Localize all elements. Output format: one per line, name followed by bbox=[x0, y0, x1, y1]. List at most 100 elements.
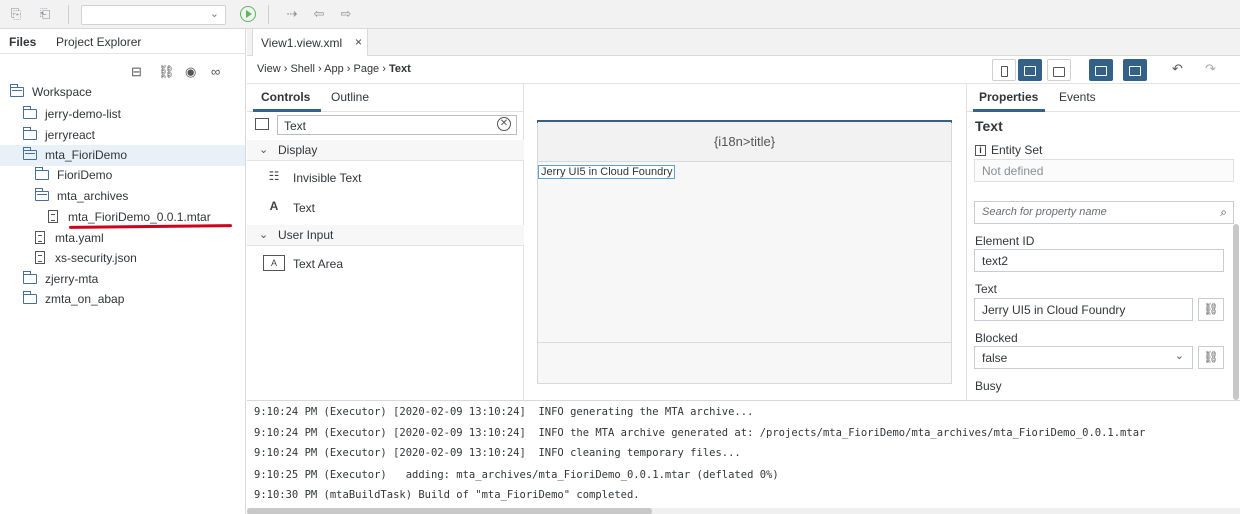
element-id-value: text2 bbox=[982, 254, 1009, 268]
tree-item-label: jerry-demo-list bbox=[45, 107, 122, 121]
element-id-label: Element ID bbox=[975, 234, 1035, 248]
tablet-icon bbox=[1024, 65, 1036, 76]
controls-search-input[interactable]: Text ✕ bbox=[277, 115, 517, 135]
tab-project-explorer[interactable]: Project Explorer bbox=[56, 35, 141, 49]
active-tab-indicator bbox=[253, 109, 321, 112]
scrollbar-thumb[interactable] bbox=[247, 508, 652, 514]
text-property-value: Jerry UI5 in Cloud Foundry bbox=[982, 303, 1126, 317]
device-preview[interactable]: {i18n>title} Jerry UI5 in Cloud Foundry bbox=[537, 120, 952, 384]
file-icon bbox=[48, 210, 58, 224]
tree-item-mta-archives[interactable]: mta_archives bbox=[35, 186, 128, 206]
collapse-all-icon[interactable]: ⊟ bbox=[131, 64, 142, 80]
chevron-down-icon: ⌄ bbox=[259, 229, 269, 241]
search-icon[interactable]: ⌕ bbox=[1220, 205, 1227, 220]
landscape-button[interactable] bbox=[1089, 59, 1113, 81]
group-label: User Input bbox=[278, 228, 334, 242]
undo-icon[interactable]: ↶ bbox=[1172, 61, 1183, 77]
tab-events[interactable]: Events bbox=[1059, 90, 1096, 104]
tab-outline[interactable]: Outline bbox=[331, 90, 369, 104]
bind-text-button[interactable]: ⛓ bbox=[1198, 298, 1224, 321]
tab-properties[interactable]: Properties bbox=[979, 90, 1038, 104]
element-id-field[interactable]: text2 bbox=[974, 249, 1224, 272]
controls-tabs: Controls Outline bbox=[247, 84, 524, 112]
tree-item-jerryreact[interactable]: jerryreact bbox=[23, 125, 95, 145]
page-header-title[interactable]: {i18n>title} bbox=[538, 122, 951, 162]
control-text-area[interactable]: A Text Area bbox=[247, 250, 524, 278]
phone-view-button[interactable] bbox=[992, 59, 1016, 81]
tree-item-xs-security-json[interactable]: xs-security.json bbox=[35, 248, 137, 268]
entity-set-field[interactable]: Not defined bbox=[974, 159, 1234, 182]
console-scrollbar[interactable] bbox=[247, 508, 1240, 514]
folder-open-icon bbox=[23, 146, 37, 160]
folder-icon bbox=[23, 126, 37, 140]
project-select[interactable]: ⌄ bbox=[81, 5, 226, 25]
controls-panel: Controls Outline Text ✕ ⌄ Display ☷ Invi… bbox=[247, 84, 524, 400]
properties-scrollbar[interactable] bbox=[1233, 224, 1239, 400]
breadcrumb-item[interactable]: Shell bbox=[290, 63, 314, 75]
tree-item-fioridemo[interactable]: FioriDemo bbox=[35, 165, 112, 185]
new-file-icon[interactable]: ⎘ bbox=[8, 6, 24, 22]
back-icon[interactable]: ⇦ bbox=[311, 6, 327, 22]
run-icon[interactable] bbox=[240, 6, 256, 22]
file-icon bbox=[35, 231, 45, 245]
text-property-label: Text bbox=[975, 282, 998, 296]
entity-set-label-text: Entity Set bbox=[991, 143, 1043, 157]
text-property-field[interactable]: Jerry UI5 in Cloud Foundry bbox=[974, 298, 1193, 321]
control-invisible-text[interactable]: ☷ Invisible Text bbox=[247, 164, 524, 192]
eye-icon[interactable]: ◉ bbox=[185, 64, 196, 80]
portrait-button[interactable] bbox=[1123, 59, 1147, 81]
control-text[interactable]: A Text bbox=[247, 194, 524, 222]
editor-tab-view1[interactable]: View1.view.xml × bbox=[252, 29, 368, 56]
blocked-select[interactable]: false ⌄ bbox=[974, 346, 1193, 369]
tree-item-workspace[interactable]: Workspace bbox=[10, 82, 92, 102]
toolbar-divider bbox=[68, 5, 69, 24]
clear-icon[interactable]: ✕ bbox=[497, 117, 511, 131]
desktop-icon bbox=[1053, 66, 1065, 77]
desktop-view-button[interactable] bbox=[1047, 59, 1071, 81]
toolbar-divider bbox=[268, 5, 269, 24]
portrait-icon bbox=[1129, 65, 1141, 76]
file-explorer: Files Project Explorer ⊟ ⛓ ◉ ∞ Workspace… bbox=[0, 29, 246, 514]
tablet-view-button[interactable] bbox=[1018, 59, 1042, 81]
group-display[interactable]: ⌄ Display bbox=[247, 140, 524, 161]
selected-text-control[interactable]: Jerry UI5 in Cloud Foundry bbox=[538, 165, 676, 179]
tree-item-mta-yaml[interactable]: mta.yaml bbox=[35, 228, 104, 248]
control-label: Invisible Text bbox=[293, 171, 362, 185]
bind-blocked-button[interactable]: ⛓ bbox=[1198, 346, 1224, 369]
close-icon[interactable]: × bbox=[355, 35, 362, 49]
file-icon bbox=[35, 251, 45, 265]
preview-icon[interactable]: ⇢ bbox=[284, 6, 300, 22]
tree-item-label: FioriDemo bbox=[57, 168, 113, 182]
tree-item-mta-fioridemo[interactable]: mta_FioriDemo bbox=[23, 145, 127, 165]
folder-icon bbox=[35, 166, 49, 180]
busy-label: Busy bbox=[975, 379, 1002, 393]
console-line: 9:10:30 PM (mtaBuildTask) Build of "mta_… bbox=[254, 489, 640, 501]
link-icon[interactable]: ⛓ bbox=[158, 64, 175, 80]
tree-item-zjerry-mta[interactable]: zjerry-mta bbox=[23, 269, 98, 289]
tree-item-jerry-demo-list[interactable]: jerry-demo-list bbox=[23, 104, 121, 124]
group-user-input[interactable]: ⌄ User Input bbox=[247, 225, 524, 246]
explorer-tabs: Files Project Explorer bbox=[0, 29, 246, 54]
forward-icon[interactable]: ⇨ bbox=[338, 6, 354, 22]
breadcrumb-item[interactable]: View bbox=[257, 63, 281, 75]
property-search-input[interactable]: Search for property name ⌕ bbox=[974, 201, 1234, 224]
tree-item-zmta-on-abap[interactable]: zmta_on_abap bbox=[23, 289, 124, 309]
breadcrumb-current: Text bbox=[388, 63, 411, 75]
properties-tabs: Properties Events bbox=[967, 84, 1240, 112]
editor-tab-bar: View1.view.xml × bbox=[247, 29, 1240, 56]
breadcrumb-item[interactable]: Page bbox=[353, 63, 379, 75]
property-search-placeholder: Search for property name bbox=[982, 206, 1107, 218]
breadcrumb-item[interactable]: App bbox=[324, 63, 344, 75]
new-folder-icon[interactable]: ⎗ bbox=[37, 6, 53, 22]
binoculars-icon[interactable]: ∞ bbox=[211, 64, 220, 79]
tab-controls[interactable]: Controls bbox=[261, 90, 310, 104]
console-line: 9:10:25 PM (Executor) adding: mta_archiv… bbox=[254, 469, 779, 481]
console-line: 9:10:24 PM (Executor) [2020-02-09 13:10:… bbox=[254, 427, 1146, 439]
blocked-label: Blocked bbox=[975, 331, 1018, 345]
redo-icon[interactable]: ↷ bbox=[1205, 61, 1216, 77]
breadcrumb-separator: › bbox=[283, 63, 288, 75]
tab-files[interactable]: Files bbox=[9, 35, 36, 49]
filter-icon[interactable] bbox=[255, 118, 269, 130]
folder-icon bbox=[23, 270, 37, 284]
tree-item-label: mta_archives bbox=[57, 189, 129, 203]
